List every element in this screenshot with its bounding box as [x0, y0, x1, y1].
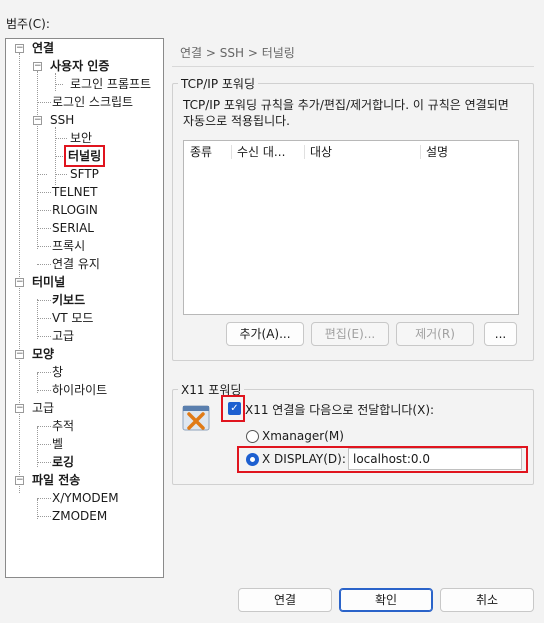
tree-item-zmodem[interactable]: ZMODEM	[52, 507, 107, 525]
tree-item-ssh[interactable]: SSH	[50, 111, 74, 129]
column-header-type[interactable]: 종류	[184, 141, 212, 163]
column-header-description[interactable]: 설명	[420, 141, 448, 163]
collapse-icon[interactable]: −	[15, 350, 24, 359]
breadcrumb-divider	[172, 66, 534, 67]
tree-item-rlogin[interactable]: RLOGIN	[52, 201, 98, 219]
x11-forward-checkbox[interactable]: ✓	[228, 402, 241, 415]
remove-button[interactable]: 제거(R)	[396, 322, 474, 346]
collapse-icon[interactable]: −	[15, 404, 24, 413]
xmanager-x-icon	[182, 403, 212, 433]
tree-item-highlight[interactable]: 하이라이트	[52, 381, 107, 399]
breadcrumb: 연결 > SSH > 터널링	[180, 46, 295, 60]
category-tree[interactable]: − 연결 − 사용자 인증 로그인 프롬프트 로그인 스크립트 − SSH 보안…	[5, 38, 164, 578]
collapse-icon[interactable]: −	[15, 44, 24, 53]
tree-item-serial[interactable]: SERIAL	[52, 219, 94, 237]
tree-item-connection[interactable]: 연결	[32, 39, 54, 57]
tcpip-description: TCP/IP 포워딩 규칙을 추가/편집/제거합니다. 이 규칙은 연결되면 자…	[183, 98, 509, 128]
x11-forward-label[interactable]: X11 연결을 다음으로 전달합니다(X):	[245, 401, 434, 418]
tree-item-keyboard[interactable]: 키보드	[52, 291, 85, 309]
tree-item-trace[interactable]: 추적	[52, 417, 74, 435]
column-header-target[interactable]: 대상	[304, 141, 332, 163]
xmanager-radio[interactable]	[246, 430, 259, 443]
more-button[interactable]: ...	[484, 322, 517, 346]
column-header-listen[interactable]: 수신 대...	[231, 141, 285, 163]
add-button[interactable]: 추가(A)...	[226, 322, 304, 346]
tree-item-xymodem[interactable]: X/YMODEM	[52, 489, 119, 507]
tree-item-filetransfer[interactable]: 파일 전송	[32, 471, 80, 489]
xmanager-radio-label[interactable]: Xmanager(M)	[262, 429, 344, 443]
tree-item-vtmode[interactable]: VT 모드	[52, 309, 93, 327]
tree-item-window[interactable]: 창	[52, 363, 63, 381]
tree-item-sftp[interactable]: SFTP	[70, 165, 99, 183]
tree-item-proxy[interactable]: 프록시	[52, 237, 85, 255]
tree-item-auth[interactable]: 사용자 인증	[50, 57, 109, 75]
tree-item-keepalive[interactable]: 연결 유지	[52, 255, 100, 273]
xdisplay-input[interactable]: localhost:0.0	[348, 448, 522, 470]
collapse-icon[interactable]: −	[33, 116, 42, 125]
tree-item-security[interactable]: 보안	[70, 129, 92, 147]
tree-item-bell[interactable]: 벨	[52, 435, 63, 453]
tree-item-login-prompt[interactable]: 로그인 프롬프트	[70, 75, 151, 93]
tree-item-terminal[interactable]: 터미널	[32, 273, 65, 291]
edit-button[interactable]: 편집(E)...	[311, 322, 389, 346]
xdisplay-radio[interactable]	[246, 453, 259, 466]
connect-button[interactable]: 연결	[238, 588, 332, 612]
xdisplay-radio-label[interactable]: X DISPLAY(D):	[262, 452, 346, 466]
collapse-icon[interactable]: −	[15, 278, 24, 287]
tree-item-telnet[interactable]: TELNET	[52, 183, 98, 201]
tree-item-login-script[interactable]: 로그인 스크립트	[52, 93, 133, 111]
collapse-icon[interactable]: −	[15, 476, 24, 485]
ok-button[interactable]: 확인	[339, 588, 433, 612]
tree-item-appearance[interactable]: 모양	[32, 345, 54, 363]
tree-item-logging[interactable]: 로깅	[52, 453, 74, 471]
cancel-button[interactable]: 취소	[440, 588, 534, 612]
forwarding-rules-list[interactable]: 종류 수신 대... 대상 설명	[183, 140, 519, 315]
tree-item-advanced[interactable]: 고급	[32, 399, 54, 417]
tcpip-group-title: TCP/IP 포워딩	[178, 75, 258, 92]
collapse-icon[interactable]: −	[33, 62, 42, 71]
category-label: 범주(C):	[6, 17, 50, 31]
tree-item-tunneling[interactable]: 터널링	[63, 145, 106, 167]
tree-item-terminal-advanced[interactable]: 고급	[52, 327, 74, 345]
